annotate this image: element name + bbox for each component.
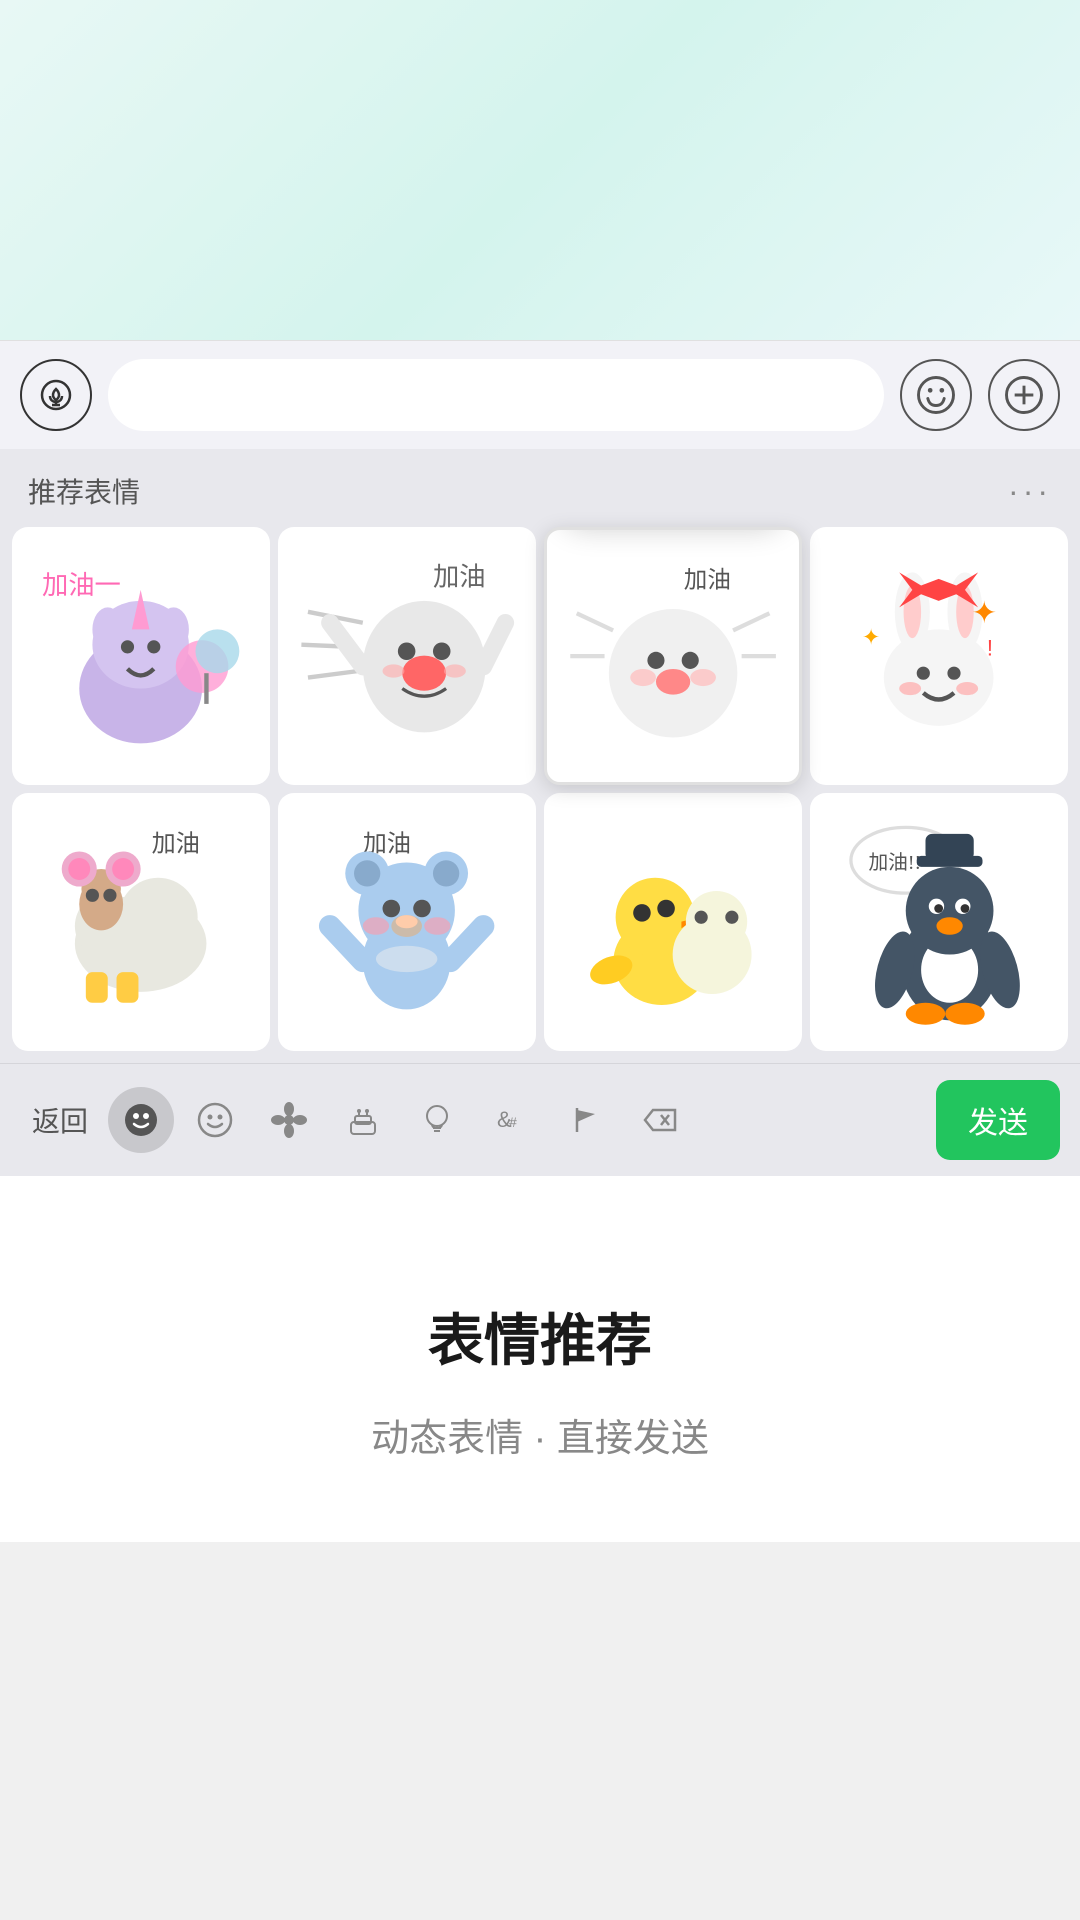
sticker-grid: 加油一 加油 — [0, 527, 1080, 1063]
svg-text:加油!!: 加油!! — [869, 852, 922, 874]
sticker-type-button[interactable] — [108, 1087, 174, 1153]
delete-button[interactable] — [626, 1087, 692, 1153]
input-bar: 加油 — [0, 340, 1080, 449]
flag-type-button[interactable] — [552, 1087, 618, 1153]
emoji-panel: 推荐表情 ··· 加油一 — [0, 449, 1080, 1176]
plus-button[interactable] — [988, 359, 1060, 431]
chat-area — [0, 0, 1080, 340]
sticker-item-1[interactable]: 加油一 — [12, 527, 270, 785]
svg-text:✦: ✦ — [862, 625, 880, 650]
cake-type-button[interactable] — [330, 1087, 396, 1153]
symbol-type-button[interactable]: & # — [478, 1087, 544, 1153]
sticker-item-6[interactable]: 加油 — [278, 793, 536, 1051]
send-button[interactable]: 发送 — [936, 1080, 1060, 1160]
sticker-item-2[interactable]: 加油 — [278, 527, 536, 785]
svg-text:✦: ✦ — [972, 595, 998, 630]
panel-title: 推荐表情 — [28, 471, 140, 511]
bulb-type-button[interactable] — [404, 1087, 470, 1153]
sticker-item-3[interactable]: 加油 加油 — [544, 527, 802, 785]
sticker-item-4[interactable]: ✦ ! ✦ — [810, 527, 1068, 785]
sticker-item-7[interactable] — [544, 793, 802, 1051]
sticker-item-8[interactable]: 加油!! — [810, 793, 1068, 1051]
voice-button[interactable] — [20, 359, 92, 431]
svg-text:加油一: 加油一 — [42, 572, 121, 601]
svg-text:加油: 加油 — [684, 566, 731, 593]
feature-section: 表情推荐 动态表情 · 直接发送 — [0, 1176, 1080, 1542]
message-input[interactable]: 加油 — [108, 359, 884, 431]
feature-title: 表情推荐 — [428, 1296, 652, 1377]
back-button[interactable]: 返回 — [20, 1092, 100, 1148]
feature-subtitle: 动态表情 · 直接发送 — [371, 1407, 709, 1462]
svg-text:加油: 加油 — [433, 563, 486, 592]
svg-text:#: # — [509, 1114, 517, 1130]
face-type-button[interactable] — [182, 1087, 248, 1153]
emoji-button[interactable] — [900, 359, 972, 431]
emoji-toolbar: 返回 — [0, 1063, 1080, 1176]
more-dots-button[interactable]: ··· — [1008, 473, 1052, 510]
flower-type-button[interactable] — [256, 1087, 322, 1153]
svg-text:!: ! — [987, 636, 993, 661]
emoji-panel-header: 推荐表情 ··· — [0, 449, 1080, 527]
svg-text:加油: 加油 — [152, 831, 200, 858]
sticker-item-5[interactable]: 加油 ☀ — [12, 793, 270, 1051]
